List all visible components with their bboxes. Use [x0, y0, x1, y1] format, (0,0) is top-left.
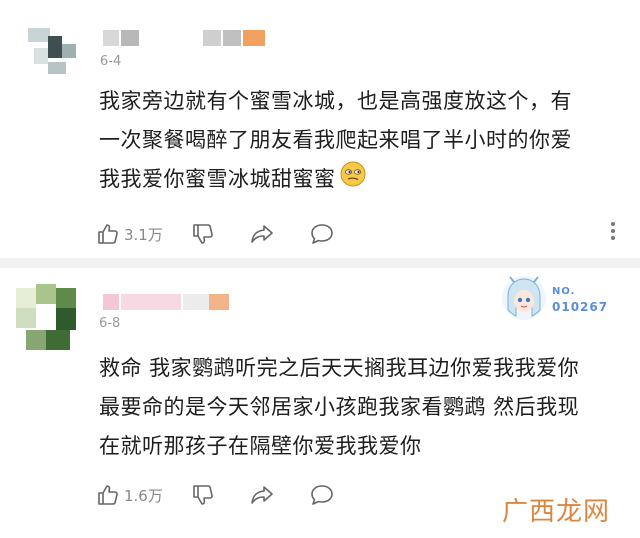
username-blurred[interactable]	[103, 294, 243, 310]
badge-number: 010267	[552, 300, 609, 314]
watermark: 广西龙网	[501, 497, 610, 527]
comment-line: 在就听那孩子在隔壁你爱我我爱你	[99, 434, 422, 458]
comment-text: 救命 我家鹦鹉听完之后天天搁我耳边你爱我我爱你 最要命的是今天邻居家小孩跑我家看…	[99, 349, 619, 466]
share-button[interactable]	[249, 483, 275, 507]
action-bar: 3.1万	[96, 219, 335, 249]
like-button[interactable]: 3.1万	[96, 222, 163, 246]
comment-bubble-icon	[309, 483, 335, 507]
anime-mascot-icon	[500, 274, 548, 322]
comment-item: 6-4 我家旁边就有个蜜雪冰城，也是高强度放这个，有 一次聚餐喝醉了朋友看我爬起…	[0, 0, 640, 258]
reply-button[interactable]	[309, 222, 335, 246]
comment-item: 6-8 NO. 010267 救命 我家鹦鹉听完之后天天搁我耳边你爱我我爱你 最…	[0, 268, 640, 538]
username-blurred[interactable]	[103, 30, 265, 46]
like-button[interactable]: 1.6万	[96, 483, 163, 507]
avatar[interactable]	[18, 14, 80, 76]
fan-badge[interactable]: NO. 010267	[500, 274, 620, 324]
dislike-button[interactable]	[191, 222, 215, 246]
dislike-button[interactable]	[191, 483, 215, 507]
thumbs-down-icon	[191, 483, 215, 507]
reply-button[interactable]	[309, 483, 335, 507]
smirk-face-icon	[340, 161, 366, 200]
share-button[interactable]	[249, 222, 275, 246]
comment-line: 最要命的是今天邻居家小孩跑我家看鹦鹉 然后我现	[99, 395, 580, 419]
thumbs-down-icon	[191, 222, 215, 246]
thumbs-up-icon	[96, 483, 120, 507]
comment-line: 我家旁边就有个蜜雪冰城，也是高强度放这个，有	[99, 89, 572, 113]
comment-line-text: 我我爱你蜜雪冰城甜蜜蜜	[99, 167, 336, 191]
avatar[interactable]	[12, 280, 92, 360]
comment-line: 一次聚餐喝醉了朋友看我爬起来唱了半小时的你爱	[99, 128, 572, 152]
more-options-button[interactable]	[610, 222, 616, 240]
comment-date: 6-8	[99, 316, 121, 331]
comment-line: 救命 我家鹦鹉听完之后天天搁我耳边你爱我我爱你	[99, 356, 580, 380]
like-count: 1.6万	[124, 486, 163, 505]
comment-divider	[0, 258, 640, 268]
action-bar: 1.6万	[96, 480, 335, 510]
badge-label: NO.	[552, 286, 576, 297]
thumbs-up-icon	[96, 222, 120, 246]
comment-text: 我家旁边就有个蜜雪冰城，也是高强度放这个，有 一次聚餐喝醉了朋友看我爬起来唱了半…	[99, 82, 619, 200]
comment-date: 6-4	[100, 54, 122, 69]
comment-bubble-icon	[309, 222, 335, 246]
share-arrow-icon	[249, 222, 275, 246]
share-arrow-icon	[249, 483, 275, 507]
like-count: 3.1万	[124, 225, 163, 244]
comment-line: 我我爱你蜜雪冰城甜蜜蜜	[99, 160, 619, 200]
